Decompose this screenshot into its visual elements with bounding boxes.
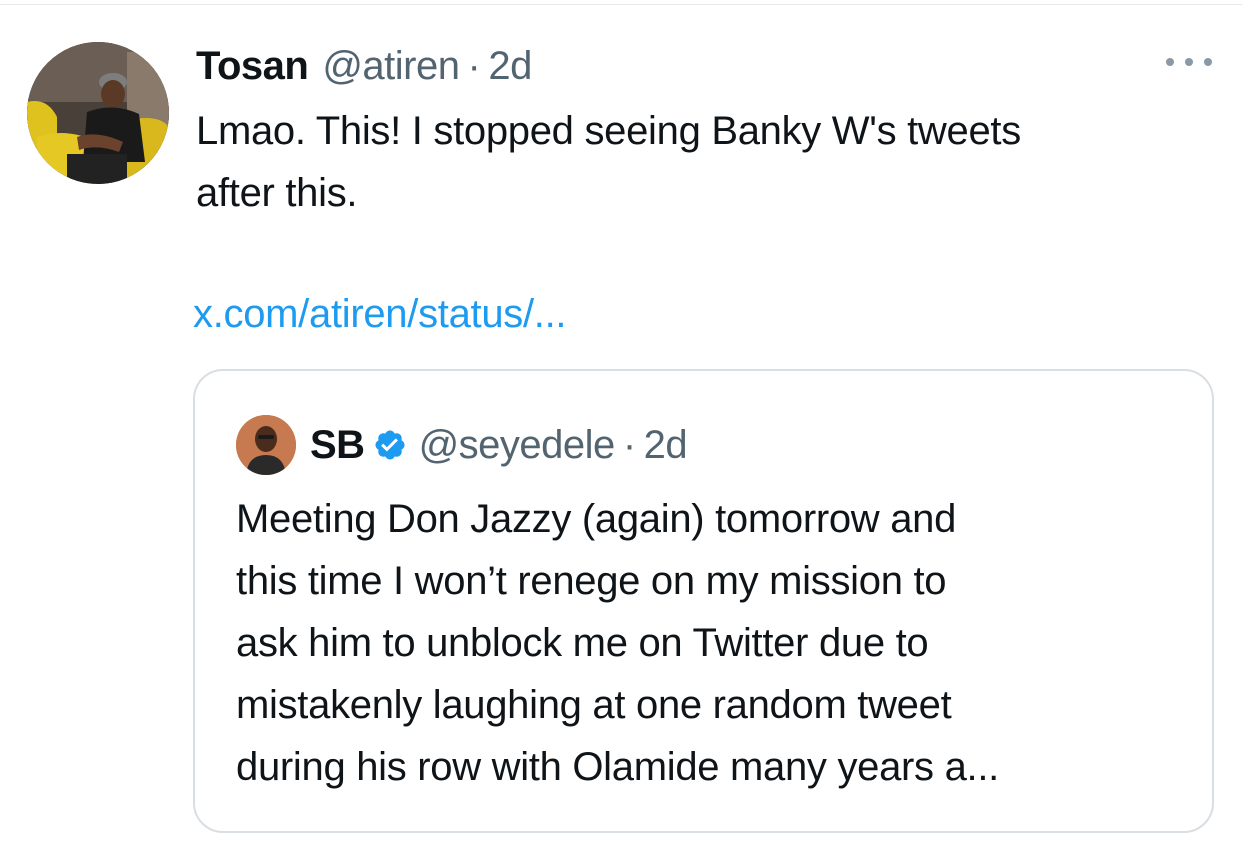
quoted-tweet-text-line: during his row with Olamide many years a… [236, 745, 999, 789]
tweet-text: Lmao. This! I stopped seeing Banky W's t… [196, 100, 1206, 224]
author-handle[interactable]: @atiren [322, 44, 460, 89]
tweet-header: Tosan @atiren · 2d [196, 38, 532, 94]
quoted-tweet-card[interactable]: SB @seyedele · 2d Meeting Don Jazzy (aga… [193, 369, 1214, 833]
tweet-link[interactable]: x.com/atiren/status/... [193, 284, 567, 344]
more-dot [1204, 58, 1212, 66]
top-divider [0, 4, 1242, 5]
more-horizontal-icon[interactable] [1166, 52, 1212, 72]
more-dot [1166, 58, 1174, 66]
author-avatar[interactable] [27, 42, 169, 184]
quoted-author-avatar-image [236, 415, 296, 475]
quoted-tweet-text: Meeting Don Jazzy (again) tomorrow and t… [236, 488, 1176, 798]
header-separator: · [467, 43, 481, 88]
quoted-tweet-text-line: this time I won’t renege on my mission t… [236, 559, 947, 603]
quoted-tweet-header: SB @seyedele · 2d [310, 415, 688, 475]
quoted-tweet-text-line: ask him to unblock me on Twitter due to [236, 621, 929, 665]
verified-badge-icon [375, 430, 405, 460]
quoted-author-name[interactable]: SB [310, 423, 365, 468]
quoted-author-handle[interactable]: @seyedele [419, 423, 616, 468]
tweet-text-line: Lmao. This! I stopped seeing Banky W's t… [196, 109, 1021, 153]
author-name[interactable]: Tosan [196, 44, 309, 89]
tweet-timestamp[interactable]: 2d [488, 44, 532, 89]
quoted-tweet-text-line: Meeting Don Jazzy (again) tomorrow and [236, 497, 957, 541]
tweet-text-line: after this. [196, 171, 358, 215]
quoted-tweet-timestamp[interactable]: 2d [644, 423, 688, 468]
quoted-tweet-text-line: mistakenly laughing at one random tweet [236, 683, 952, 727]
author-avatar-image [27, 42, 169, 184]
quoted-author-avatar[interactable] [236, 415, 296, 475]
quoted-header-separator: · [622, 422, 636, 467]
more-dot [1185, 58, 1193, 66]
